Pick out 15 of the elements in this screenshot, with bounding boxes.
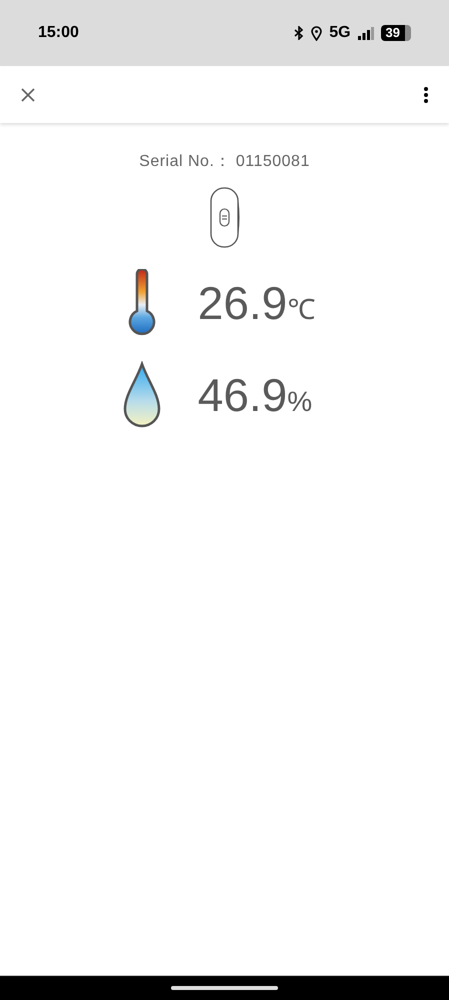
more-vertical-icon: [424, 86, 428, 102]
more-options-button[interactable]: [421, 84, 431, 104]
network-label: 5G: [329, 23, 351, 43]
water-drop-icon: [122, 361, 162, 429]
battery-indicator: 39: [380, 25, 411, 41]
sensor-device-icon: [208, 187, 240, 249]
signal-icon: [358, 26, 374, 40]
status-time: 15:00: [38, 23, 79, 43]
thermometer-icon: [126, 269, 158, 337]
location-icon: [311, 26, 322, 40]
reading-value: 26.9℃: [198, 280, 316, 326]
bluetooth-icon: [294, 26, 304, 40]
serial-number: Serial No.： 01150081: [139, 152, 310, 172]
close-icon: [20, 86, 36, 102]
reading-value: 46.9%: [198, 372, 312, 418]
